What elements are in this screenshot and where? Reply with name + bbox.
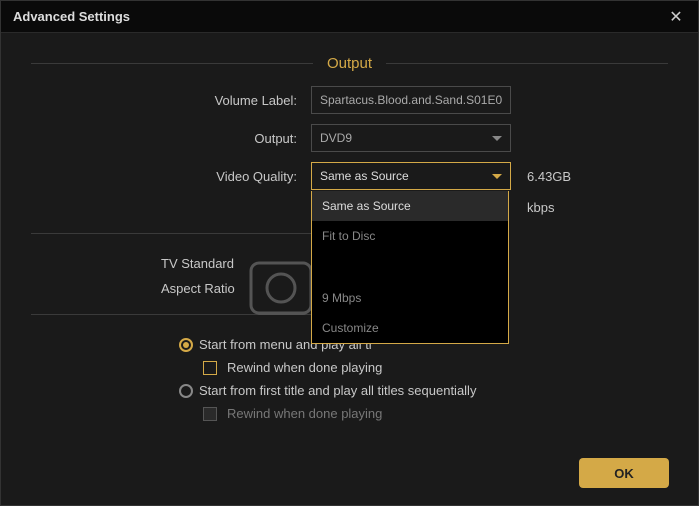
chevron-down-icon xyxy=(492,174,502,179)
rewind-label-2: Rewind when done playing xyxy=(227,406,382,421)
divider xyxy=(31,63,313,64)
radio-icon xyxy=(179,384,193,398)
dropdown-option[interactable]: Customize xyxy=(312,313,508,343)
video-quality-select[interactable]: Same as Source xyxy=(311,162,511,190)
tv-standard-label: TV Standard xyxy=(161,256,311,271)
radio-icon xyxy=(179,338,193,352)
start-from-first-label: Start from first title and play all titl… xyxy=(199,383,476,398)
chevron-down-icon xyxy=(492,136,502,141)
rewind-checkbox-2 xyxy=(203,407,217,421)
window-title: Advanced Settings xyxy=(13,9,130,24)
ok-button[interactable]: OK xyxy=(579,458,669,488)
video-quality-size: 6.43GB xyxy=(527,169,571,184)
aspect-ratio-label: Aspect Ratio xyxy=(161,281,311,296)
close-icon[interactable]: ✕ xyxy=(666,7,686,27)
section-output-header: Output xyxy=(31,55,668,72)
output-select-value: DVD9 xyxy=(320,131,352,145)
rewind-label-1: Rewind when done playing xyxy=(227,360,382,375)
dropdown-option[interactable] xyxy=(312,251,508,267)
dropdown-option[interactable]: Same as Source xyxy=(312,191,508,221)
dropdown-option[interactable] xyxy=(312,267,508,283)
section-output-title: Output xyxy=(313,55,386,72)
dropdown-option[interactable]: Fit to Disc xyxy=(312,221,508,251)
titlebar: Advanced Settings ✕ xyxy=(1,1,698,33)
kbps-unit: kbps xyxy=(527,200,554,215)
output-select[interactable]: DVD9 xyxy=(311,124,511,152)
divider xyxy=(386,63,668,64)
volume-label-input[interactable] xyxy=(311,86,511,114)
video-quality-value: Same as Source xyxy=(320,169,409,183)
video-quality-label: Video Quality: xyxy=(31,169,311,184)
dropdown-option[interactable]: 9 Mbps xyxy=(312,283,508,313)
rewind-checkbox-1[interactable] xyxy=(203,361,217,375)
output-label: Output: xyxy=(31,131,311,146)
video-quality-dropdown[interactable]: Same as Source Fit to Disc 9 Mbps Custom… xyxy=(311,191,509,344)
volume-label-label: Volume Label: xyxy=(31,93,311,108)
start-from-first-radio[interactable]: Start from first title and play all titl… xyxy=(179,383,476,398)
